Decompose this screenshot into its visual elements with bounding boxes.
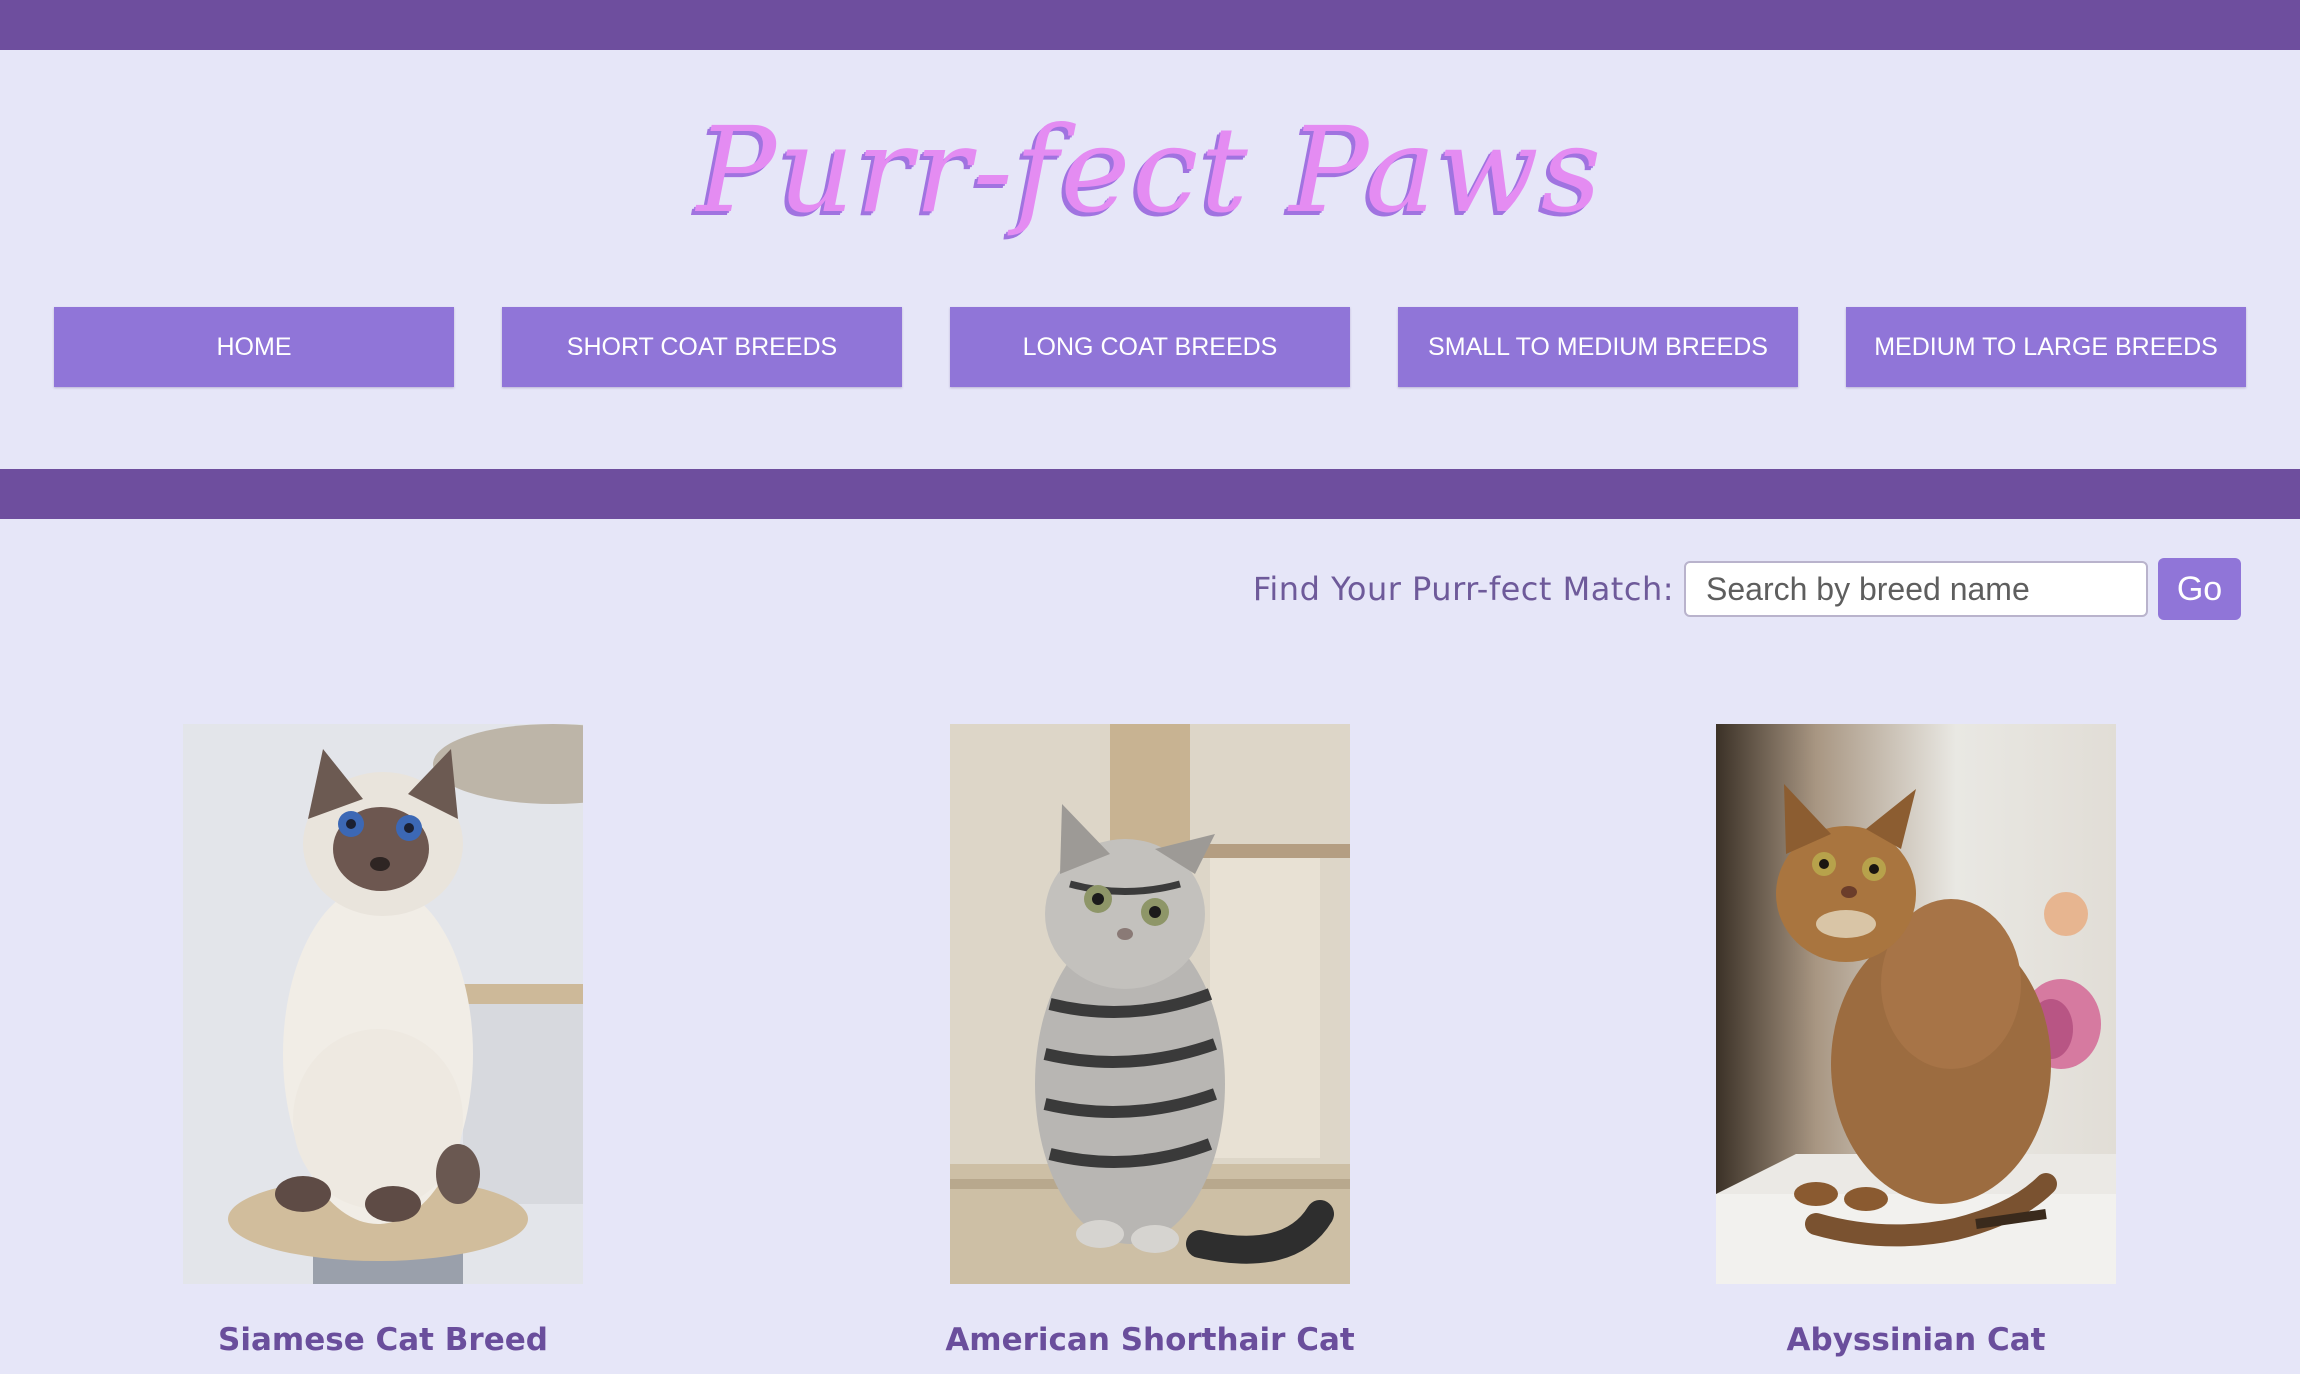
nav-long-coat-button[interactable]: LONG COAT BREEDS [950,307,1350,387]
breed-title-abyssinian[interactable]: Abyssinian Cat [1516,1322,2300,1358]
search-form: Find Your Purr-fect Match: Go [1253,558,2241,620]
breed-title-siamese[interactable]: Siamese Cat Breed [0,1322,783,1358]
site-header: Purr-fect Paws [0,90,2300,250]
nav-short-coat-button[interactable]: SHORT COAT BREEDS [502,307,902,387]
header-bottom-bar [0,469,2300,519]
breed-card-abyssinian[interactable]: Abyssinian Cat [1716,724,2116,1358]
nav-home-button[interactable]: HOME [54,307,454,387]
search-go-button[interactable]: Go [2158,558,2241,620]
abyssinian-cat-photo[interactable] [1716,724,2116,1284]
site-logo[interactable]: Purr-fect Paws [697,90,1604,250]
main-nav: HOME SHORT COAT BREEDS LONG COAT BREEDS … [54,307,2246,387]
search-label: Find Your Purr-fect Match: [1252,570,1674,608]
siamese-cat-photo[interactable] [183,724,583,1284]
header-top-bar [0,0,2300,50]
search-input[interactable] [1684,561,2148,617]
breed-card-american-shorthair[interactable]: American Shorthair Cat [945,724,1355,1358]
breed-title-american-shorthair[interactable]: American Shorthair Cat [750,1322,1550,1358]
american-shorthair-cat-photo[interactable] [950,724,1350,1284]
breed-card-siamese[interactable]: Siamese Cat Breed [183,724,583,1358]
nav-medium-large-button[interactable]: MEDIUM TO LARGE BREEDS [1846,307,2246,387]
nav-small-medium-button[interactable]: SMALL TO MEDIUM BREEDS [1398,307,1798,387]
